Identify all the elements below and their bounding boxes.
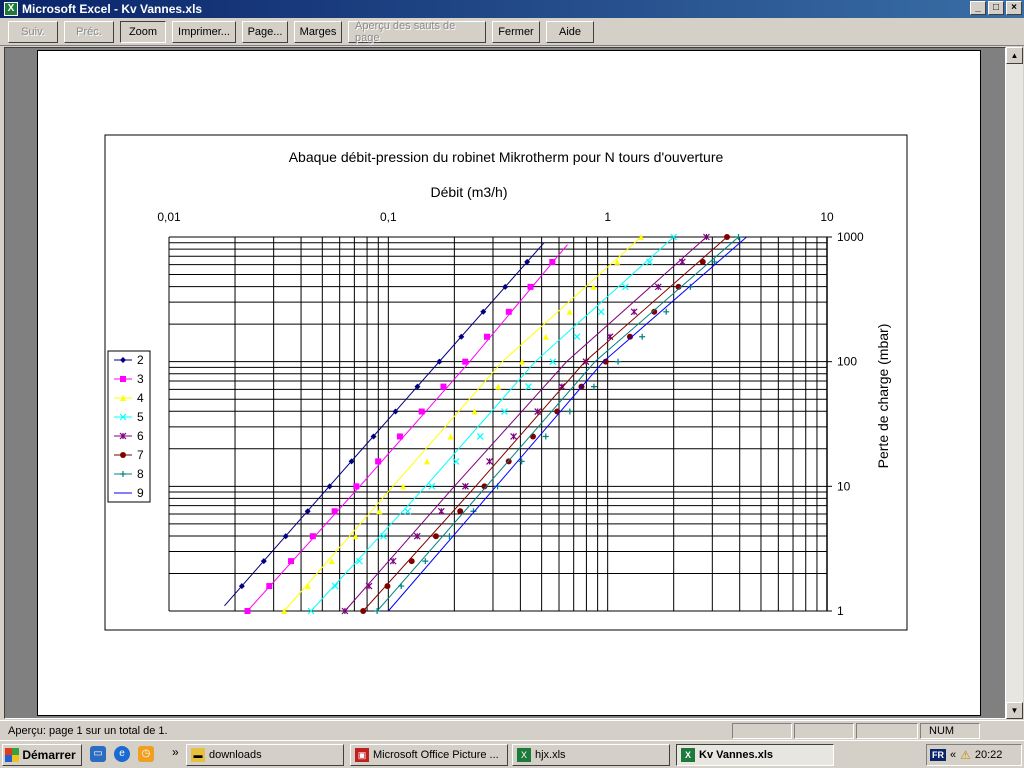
legend-label: 3 bbox=[137, 372, 144, 386]
data-point bbox=[699, 258, 706, 265]
excel-icon: X bbox=[4, 2, 18, 16]
data-point bbox=[360, 608, 367, 614]
next-page-button[interactable]: Suiv. bbox=[8, 20, 58, 43]
x-tick-label: 10 bbox=[820, 210, 834, 224]
legend-label: 8 bbox=[137, 467, 144, 481]
data-point bbox=[484, 333, 491, 340]
start-label: Démarrer bbox=[22, 748, 76, 762]
y-tick-label: 1000 bbox=[837, 230, 864, 244]
y-tick-label: 100 bbox=[837, 355, 857, 369]
data-point bbox=[440, 383, 447, 390]
y-tick-label: 1 bbox=[837, 604, 844, 618]
data-point bbox=[462, 358, 469, 365]
internet-explorer-icon[interactable]: e bbox=[114, 746, 130, 762]
legend-label: 7 bbox=[137, 448, 144, 462]
legend-label: 5 bbox=[137, 410, 144, 424]
data-point bbox=[418, 408, 425, 415]
language-indicator[interactable]: FR bbox=[930, 749, 946, 761]
print-button[interactable]: Imprimer... bbox=[172, 20, 236, 43]
scroll-down-button[interactable]: ▼ bbox=[1006, 702, 1023, 719]
chart-legend bbox=[107, 350, 151, 503]
data-point bbox=[527, 283, 534, 290]
close-preview-button[interactable]: Fermer bbox=[492, 20, 540, 43]
x-tick-label: 0,01 bbox=[157, 210, 181, 224]
chart-area bbox=[104, 134, 908, 631]
windows-logo-icon bbox=[5, 748, 20, 762]
print-preview-toolbar: Suiv. Préc. Zoom Imprimer... Page... Mar… bbox=[0, 18, 1024, 46]
y-tick-label: 10 bbox=[837, 479, 851, 493]
data-point bbox=[266, 583, 273, 590]
vertical-scrollbar[interactable]: ▲ ▼ bbox=[1006, 47, 1023, 719]
quicklaunch-chevron[interactable]: » bbox=[172, 745, 179, 759]
x-tick-label: 0,1 bbox=[380, 210, 397, 224]
close-button[interactable]: × bbox=[1006, 1, 1022, 15]
data-point bbox=[120, 452, 126, 458]
data-point bbox=[309, 533, 316, 540]
status-pane bbox=[732, 723, 792, 739]
previous-page-button[interactable]: Préc. bbox=[64, 20, 114, 43]
legend-label: 6 bbox=[137, 429, 144, 443]
status-pane bbox=[794, 723, 854, 739]
tray-chevron[interactable]: « bbox=[950, 749, 956, 761]
desktop-icon[interactable]: ▭ bbox=[90, 746, 106, 762]
task-downloads[interactable]: ▬ downloads bbox=[186, 744, 344, 766]
maximize-button[interactable]: □ bbox=[988, 1, 1004, 15]
data-point bbox=[244, 608, 251, 614]
preview-area: Abaque débit-pression du robinet Mikroth… bbox=[4, 47, 1006, 719]
data-point bbox=[288, 558, 295, 565]
legend-label: 9 bbox=[137, 486, 144, 500]
data-point bbox=[549, 258, 556, 265]
status-pane bbox=[856, 723, 918, 739]
data-point bbox=[723, 234, 730, 240]
y-axis-label: Perte de charge (mbar) bbox=[875, 324, 891, 469]
picture-manager-icon: ▣ bbox=[355, 748, 369, 762]
data-point bbox=[554, 408, 561, 415]
clock-app-icon[interactable]: ◷ bbox=[138, 746, 154, 762]
preview-page: Abaque débit-pression du robinet Mikroth… bbox=[37, 50, 981, 716]
scroll-up-button[interactable]: ▲ bbox=[1006, 47, 1023, 64]
taskbar: Démarrer ▭ e ◷ » ▬ downloads ▣ Microsoft… bbox=[0, 740, 1024, 768]
chart: Abaque débit-pression du robinet Mikroth… bbox=[104, 134, 908, 631]
data-point bbox=[396, 433, 403, 440]
clock: 20:22 bbox=[974, 749, 1003, 761]
status-text: Aperçu: page 1 sur un total de 1. bbox=[8, 724, 168, 737]
data-point bbox=[375, 458, 382, 465]
help-button[interactable]: Aide bbox=[546, 20, 594, 43]
task-picture-manager[interactable]: ▣ Microsoft Office Picture ... bbox=[350, 744, 508, 766]
start-button[interactable]: Démarrer bbox=[2, 744, 82, 766]
data-point bbox=[408, 558, 415, 565]
legend-label: 2 bbox=[137, 353, 144, 367]
data-point bbox=[120, 376, 126, 382]
folder-icon: ▬ bbox=[191, 748, 205, 762]
status-bar: Aperçu: page 1 sur un total de 1. NUM bbox=[0, 720, 1024, 740]
page-setup-button[interactable]: Page... bbox=[242, 20, 288, 43]
margins-button[interactable]: Marges bbox=[294, 20, 342, 43]
system-tray: FR « ⚠ 20:22 bbox=[926, 744, 1022, 766]
data-point bbox=[384, 583, 391, 590]
legend-label: 4 bbox=[137, 391, 144, 405]
data-point bbox=[505, 308, 512, 315]
chart-title: Abaque débit-pression du robinet Mikroth… bbox=[289, 149, 724, 165]
excel-icon: X bbox=[681, 748, 695, 762]
page-break-preview-button[interactable]: Aperçu des sauts de page bbox=[348, 20, 486, 44]
num-lock-indicator: NUM bbox=[920, 723, 980, 739]
task-hjx[interactable]: X hjx.xls bbox=[512, 744, 670, 766]
excel-icon: X bbox=[517, 748, 531, 762]
task-kv-vannes[interactable]: X Kv Vannes.xls bbox=[676, 744, 834, 766]
warning-icon[interactable]: ⚠ bbox=[960, 748, 971, 762]
data-point bbox=[331, 508, 338, 515]
window-titlebar: X Microsoft Excel - Kv Vannes.xls _ □ × bbox=[0, 0, 1024, 18]
minimize-button[interactable]: _ bbox=[970, 1, 986, 15]
data-point bbox=[529, 433, 536, 440]
x-tick-label: 1 bbox=[604, 210, 611, 224]
window-title: Microsoft Excel - Kv Vannes.xls bbox=[22, 2, 203, 16]
data-point bbox=[353, 483, 360, 490]
x-axis-label: Débit (m3/h) bbox=[430, 184, 507, 200]
zoom-button[interactable]: Zoom bbox=[120, 20, 166, 43]
data-point bbox=[432, 533, 439, 540]
